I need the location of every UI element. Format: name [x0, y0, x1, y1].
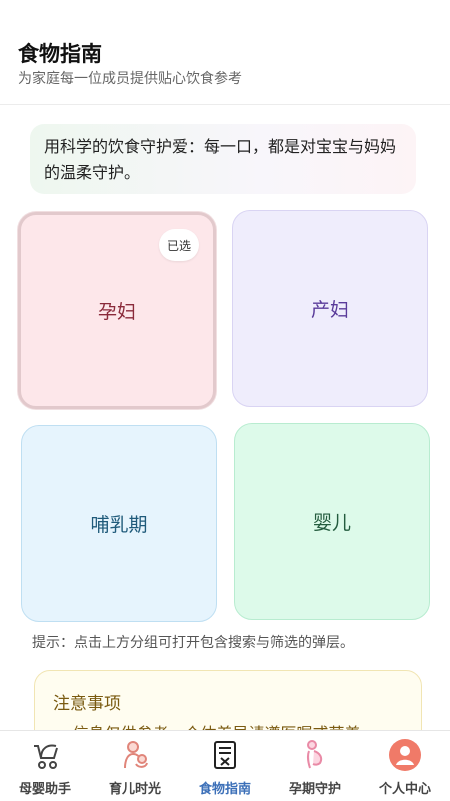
tab-label: 育儿时光 [108, 782, 161, 797]
group-label: 产妇 [310, 299, 349, 321]
intro-quote: 用科学的饮食守护爱：每一口，都是对宝宝与妈妈的温柔守护。 [30, 124, 416, 194]
mother-baby-icon [117, 737, 153, 773]
page-header: 食物指南 为家庭每一位成员提供贴心饮食参考 [0, 0, 450, 105]
pregnant-woman-icon [297, 737, 333, 773]
group-card-infant[interactable]: 婴儿 [234, 423, 430, 620]
user-avatar-icon [387, 737, 423, 773]
tab-food-guide[interactable]: 食物指南 [180, 731, 270, 801]
selected-badge: 已选 [159, 229, 199, 261]
bottom-tab-bar: 母婴助手 育儿时光 食物指南 孕期守护 个人中心 [0, 730, 450, 801]
notice-title: 注意事项 [53, 694, 121, 714]
stroller-icon [27, 737, 63, 773]
tab-parenting[interactable]: 育儿时光 [90, 731, 180, 801]
tab-label: 母婴助手 [18, 782, 71, 797]
tab-pregnancy[interactable]: 孕期守护 [270, 731, 360, 801]
page-subtitle: 为家庭每一位成员提供贴心饮食参考 [18, 71, 242, 87]
group-card-pregnant[interactable]: 已选 孕妇 [18, 212, 216, 409]
tab-label: 个人中心 [378, 782, 431, 797]
food-list-icon [207, 737, 243, 773]
group-label: 婴儿 [312, 512, 351, 534]
group-card-postpartum[interactable]: 产妇 [232, 210, 428, 407]
hint-text: 提示：点击上方分组可打开包含搜索与筛选的弹层。 [32, 635, 354, 651]
tab-label: 食物指南 [198, 782, 251, 797]
tab-baby-helper[interactable]: 母婴助手 [0, 731, 90, 801]
page-title: 食物指南 [18, 42, 102, 66]
tab-label: 孕期守护 [288, 782, 341, 797]
tab-profile[interactable]: 个人中心 [360, 731, 450, 801]
group-label: 孕妇 [97, 301, 136, 323]
group-label: 哺乳期 [90, 514, 148, 536]
group-card-lactation[interactable]: 哺乳期 [21, 425, 217, 622]
